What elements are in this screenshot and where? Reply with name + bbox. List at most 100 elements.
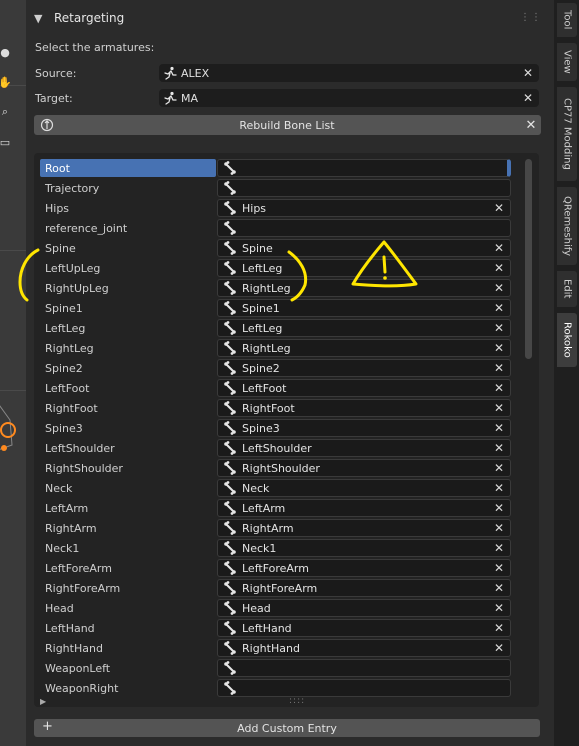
tab-qremeshify[interactable]: QRemeshify [557,187,577,265]
bone-row[interactable]: Spine1 Spine1 ✕ [40,298,518,318]
panel-header[interactable]: ▼ Retargeting ⋮⋮ [26,6,554,30]
tab-cp77-modding[interactable]: CP77 Modding [557,87,577,181]
bone-row[interactable]: RightHand RightHand ✕ [40,638,518,658]
target-bone-field[interactable]: LeftLeg ✕ [217,319,511,337]
target-bone-field[interactable]: LeftShoulder ✕ [217,439,511,457]
close-icon[interactable]: ✕ [494,461,504,475]
source-bone-name[interactable]: LeftHand [40,619,216,637]
target-bone-field[interactable] [217,679,511,697]
bone-row[interactable]: Spine Spine ✕ [40,238,518,258]
close-icon[interactable]: ✕ [494,621,504,635]
target-bone-field[interactable]: Neck1 ✕ [217,539,511,557]
target-bone-field[interactable] [217,659,511,677]
close-icon[interactable]: ✕ [494,421,504,435]
target-bone-field[interactable] [217,219,511,237]
source-bone-name[interactable]: RightForeArm [40,579,216,597]
bone-mapping-list[interactable]: Root Trajectory Hips Hips ✕ reference_joint Sp… [34,153,539,707]
bone-row[interactable]: RightShoulder RightShoulder ✕ [40,458,518,478]
source-bone-name[interactable]: Hips [40,199,216,217]
source-bone-name[interactable]: Spine [40,239,216,257]
target-bone-field[interactable]: RightLeg ✕ [217,339,511,357]
source-bone-name[interactable]: Spine2 [40,359,216,377]
source-bone-name[interactable]: WeaponLeft [40,659,216,677]
tab-edit[interactable]: Edit [557,271,577,307]
source-bone-name[interactable]: Neck [40,479,216,497]
target-bone-field[interactable]: Spine3 ✕ [217,419,511,437]
close-icon[interactable]: ✕ [494,321,504,335]
source-bone-name[interactable]: Head [40,599,216,617]
source-bone-name[interactable]: Root [40,159,216,177]
bone-row[interactable]: LeftShoulder LeftShoulder ✕ [40,438,518,458]
target-bone-field[interactable]: RightLeg ✕ [217,279,511,297]
close-icon[interactable]: ✕ [494,261,504,275]
bone-row[interactable]: Neck1 Neck1 ✕ [40,538,518,558]
source-bone-name[interactable]: RightLeg [40,339,216,357]
close-icon[interactable]: ✕ [494,361,504,375]
target-bone-field[interactable]: LeftFoot ✕ [217,379,511,397]
target-bone-field[interactable]: Neck ✕ [217,479,511,497]
source-field[interactable]: ALEX ✕ [159,64,539,82]
bone-row[interactable]: RightFoot RightFoot ✕ [40,398,518,418]
source-bone-name[interactable]: RightFoot [40,399,216,417]
close-icon[interactable]: ✕ [494,341,504,355]
close-icon[interactable]: ✕ [494,541,504,555]
bone-row[interactable]: Spine2 Spine2 ✕ [40,358,518,378]
target-bone-field[interactable]: Hips ✕ [217,199,511,217]
close-icon[interactable]: ✕ [494,641,504,655]
drag-handle-icon[interactable]: ⋮⋮ [520,12,542,23]
3d-viewport-edge[interactable]: ● ✋ ⌕ ▭ [0,0,26,746]
target-bone-field[interactable]: RightShoulder ✕ [217,459,511,477]
close-icon[interactable]: ✕ [494,481,504,495]
bone-row[interactable]: Trajectory [40,178,518,198]
rebuild-bone-list-button[interactable]: Rebuild Bone List [34,115,540,135]
add-custom-entry-button[interactable]: + Add Custom Entry [34,719,540,737]
close-icon[interactable]: ✕ [494,501,504,515]
source-bone-name[interactable]: Trajectory [40,179,216,197]
source-bone-name[interactable]: reference_joint [40,219,216,237]
bone-row[interactable]: LeftFoot LeftFoot ✕ [40,378,518,398]
bone-row[interactable]: Hips Hips ✕ [40,198,518,218]
close-icon[interactable]: ✕ [494,561,504,575]
tab-rokoko[interactable]: Rokoko [557,313,577,367]
bone-row[interactable]: Root [40,158,518,178]
target-bone-field[interactable]: LeftArm ✕ [217,499,511,517]
close-icon[interactable]: ✕ [494,241,504,255]
bone-row[interactable]: Neck Neck ✕ [40,478,518,498]
close-icon[interactable]: ✕ [494,381,504,395]
close-icon[interactable]: ✕ [494,281,504,295]
target-bone-field[interactable]: Spine1 ✕ [217,299,511,317]
target-bone-field[interactable]: RightHand ✕ [217,639,511,657]
bone-row[interactable]: RightLeg RightLeg ✕ [40,338,518,358]
chevron-down-icon[interactable]: ▼ [34,12,54,25]
close-icon[interactable]: ✕ [494,401,504,415]
viewport-tool-icon[interactable]: ⌕ [0,104,10,120]
target-bone-field[interactable]: Spine ✕ [217,239,511,257]
list-scrollbar[interactable] [525,159,532,359]
source-bone-name[interactable]: LeftArm [40,499,216,517]
target-bone-field[interactable]: LeftForeArm ✕ [217,559,511,577]
bone-row[interactable]: RightForeArm RightForeArm ✕ [40,578,518,598]
resize-handle-icon[interactable]: :::: [289,696,305,706]
bone-row[interactable]: Spine3 Spine3 ✕ [40,418,518,438]
target-bone-field[interactable]: LeftLeg ✕ [217,259,511,277]
source-bone-name[interactable]: Spine3 [40,419,216,437]
target-bone-field[interactable]: RightFoot ✕ [217,399,511,417]
close-icon[interactable]: ✕ [494,301,504,315]
target-bone-field[interactable] [217,159,511,177]
source-bone-name[interactable]: RightArm [40,519,216,537]
bone-row[interactable]: RightArm RightArm ✕ [40,518,518,538]
tab-tool[interactable]: Tool [557,3,577,37]
source-bone-name[interactable]: LeftShoulder [40,439,216,457]
target-bone-field[interactable]: Spine2 ✕ [217,359,511,377]
source-bone-name[interactable]: RightHand [40,639,216,657]
source-bone-name[interactable]: Neck1 [40,539,216,557]
source-bone-name[interactable]: RightUpLeg [40,279,216,297]
viewport-tool-icon[interactable]: ● [0,44,10,60]
clear-bone-list-button[interactable]: ✕ [521,115,541,135]
bone-row[interactable]: WeaponLeft [40,658,518,678]
source-bone-name[interactable]: Spine1 [40,299,216,317]
bone-row[interactable]: LeftLeg LeftLeg ✕ [40,318,518,338]
target-bone-field[interactable] [217,179,511,197]
bone-row[interactable]: WeaponRight [40,678,518,698]
viewport-tool-icon[interactable]: ✋ [0,74,12,90]
